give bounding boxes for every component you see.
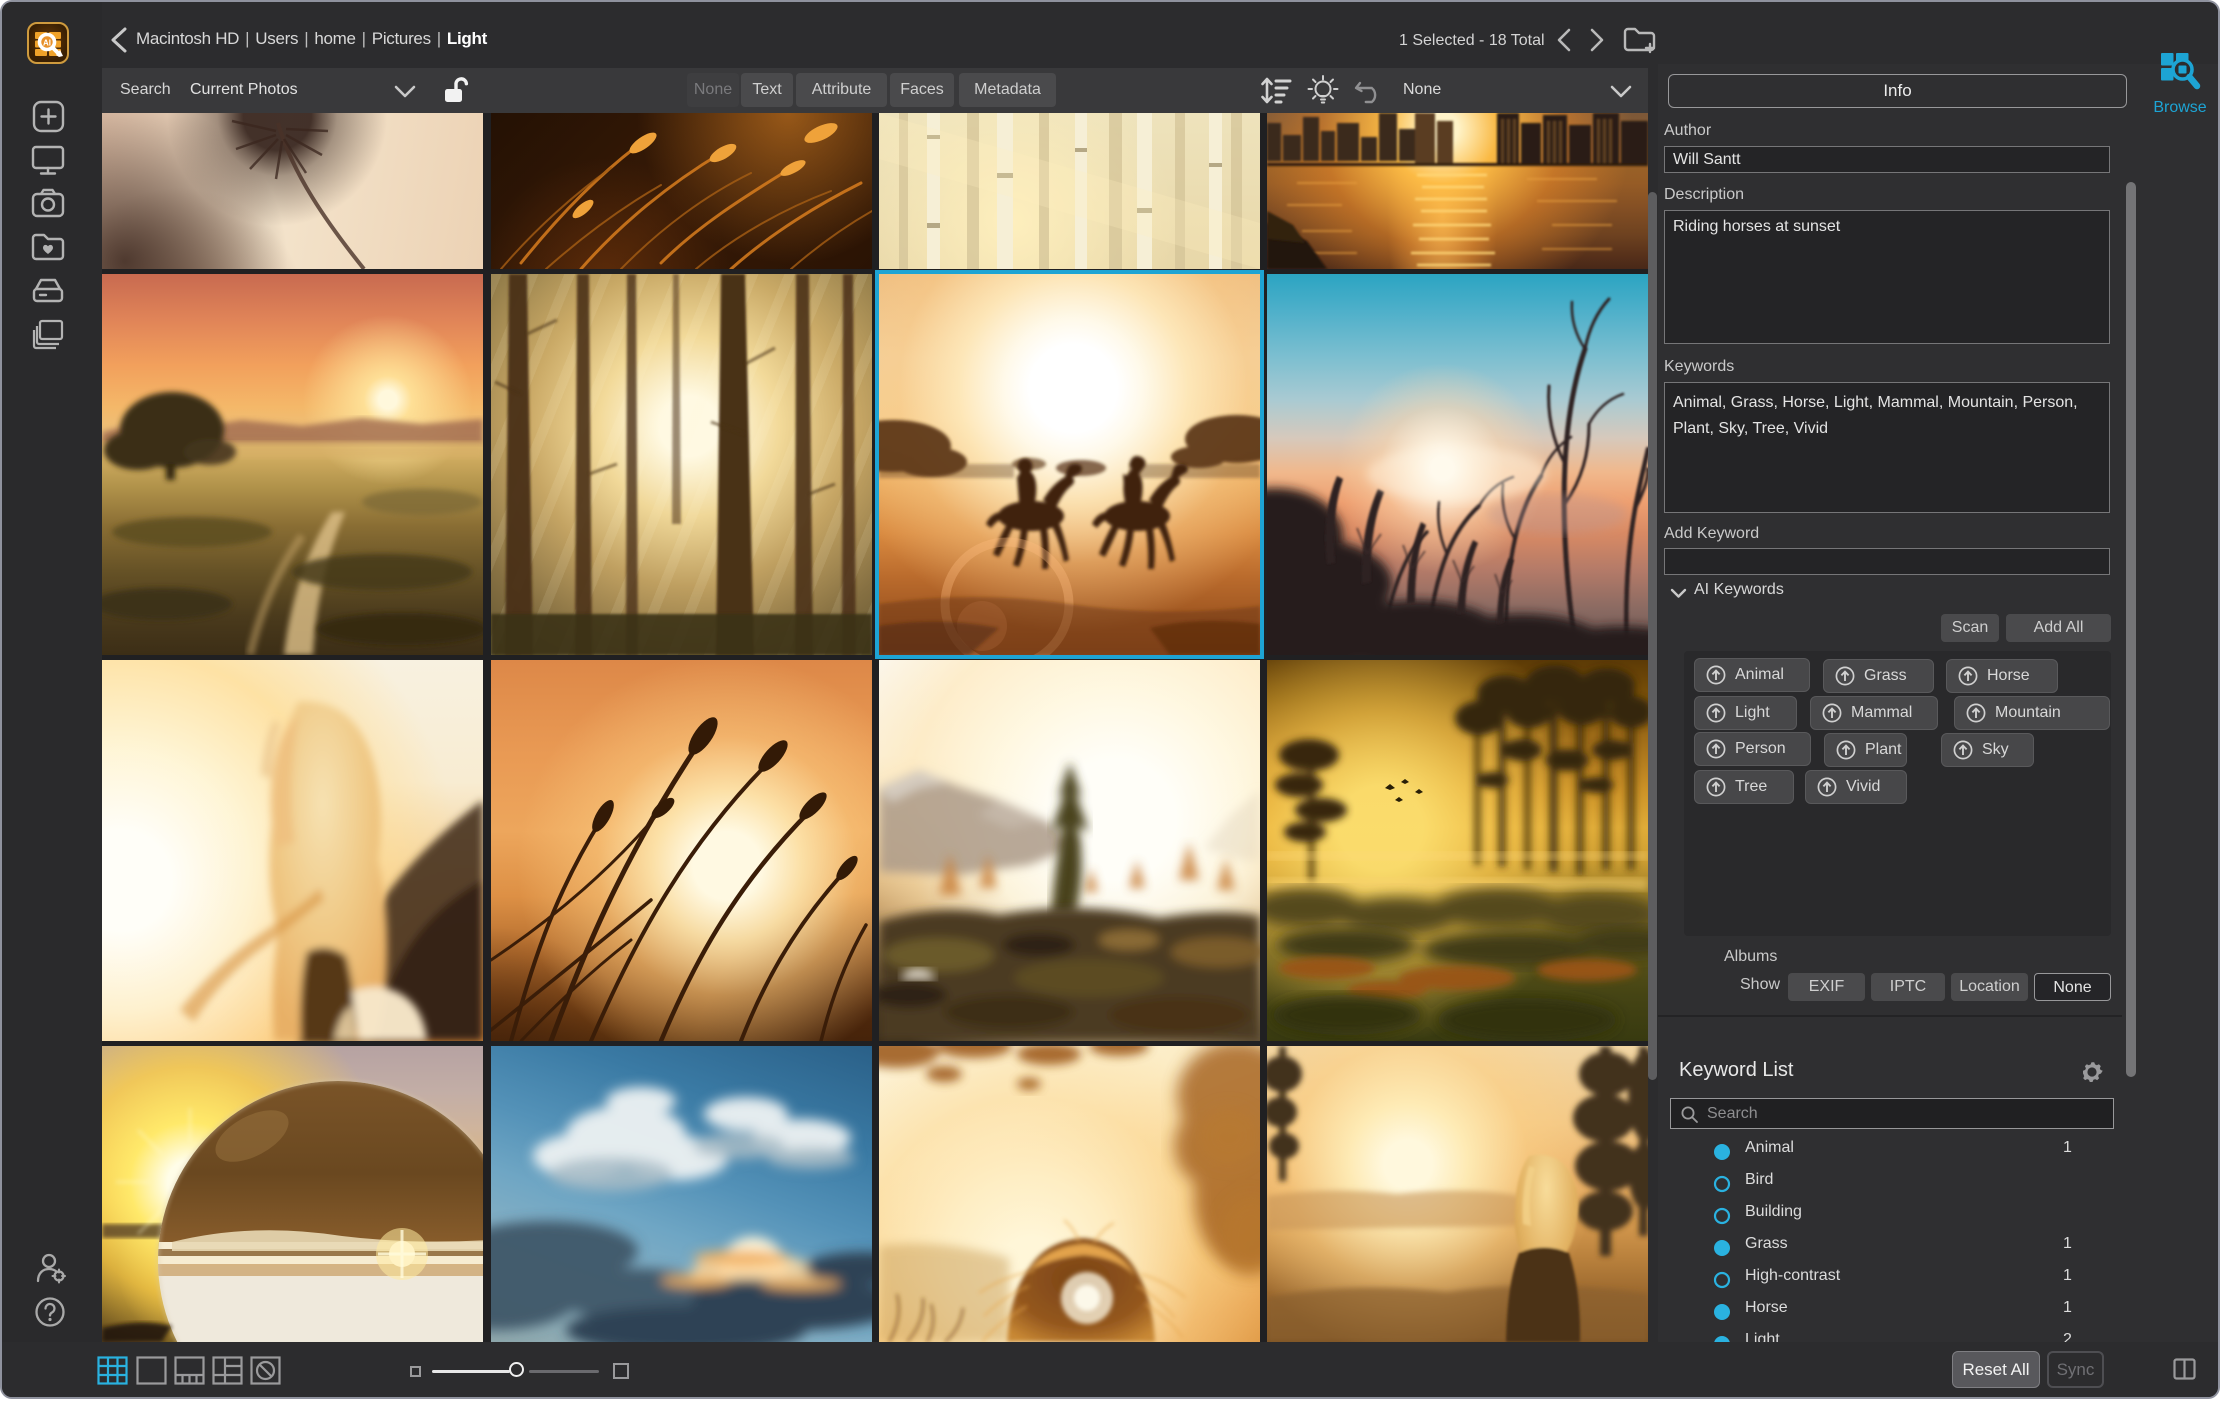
svg-text:AI: AI — [43, 39, 51, 48]
